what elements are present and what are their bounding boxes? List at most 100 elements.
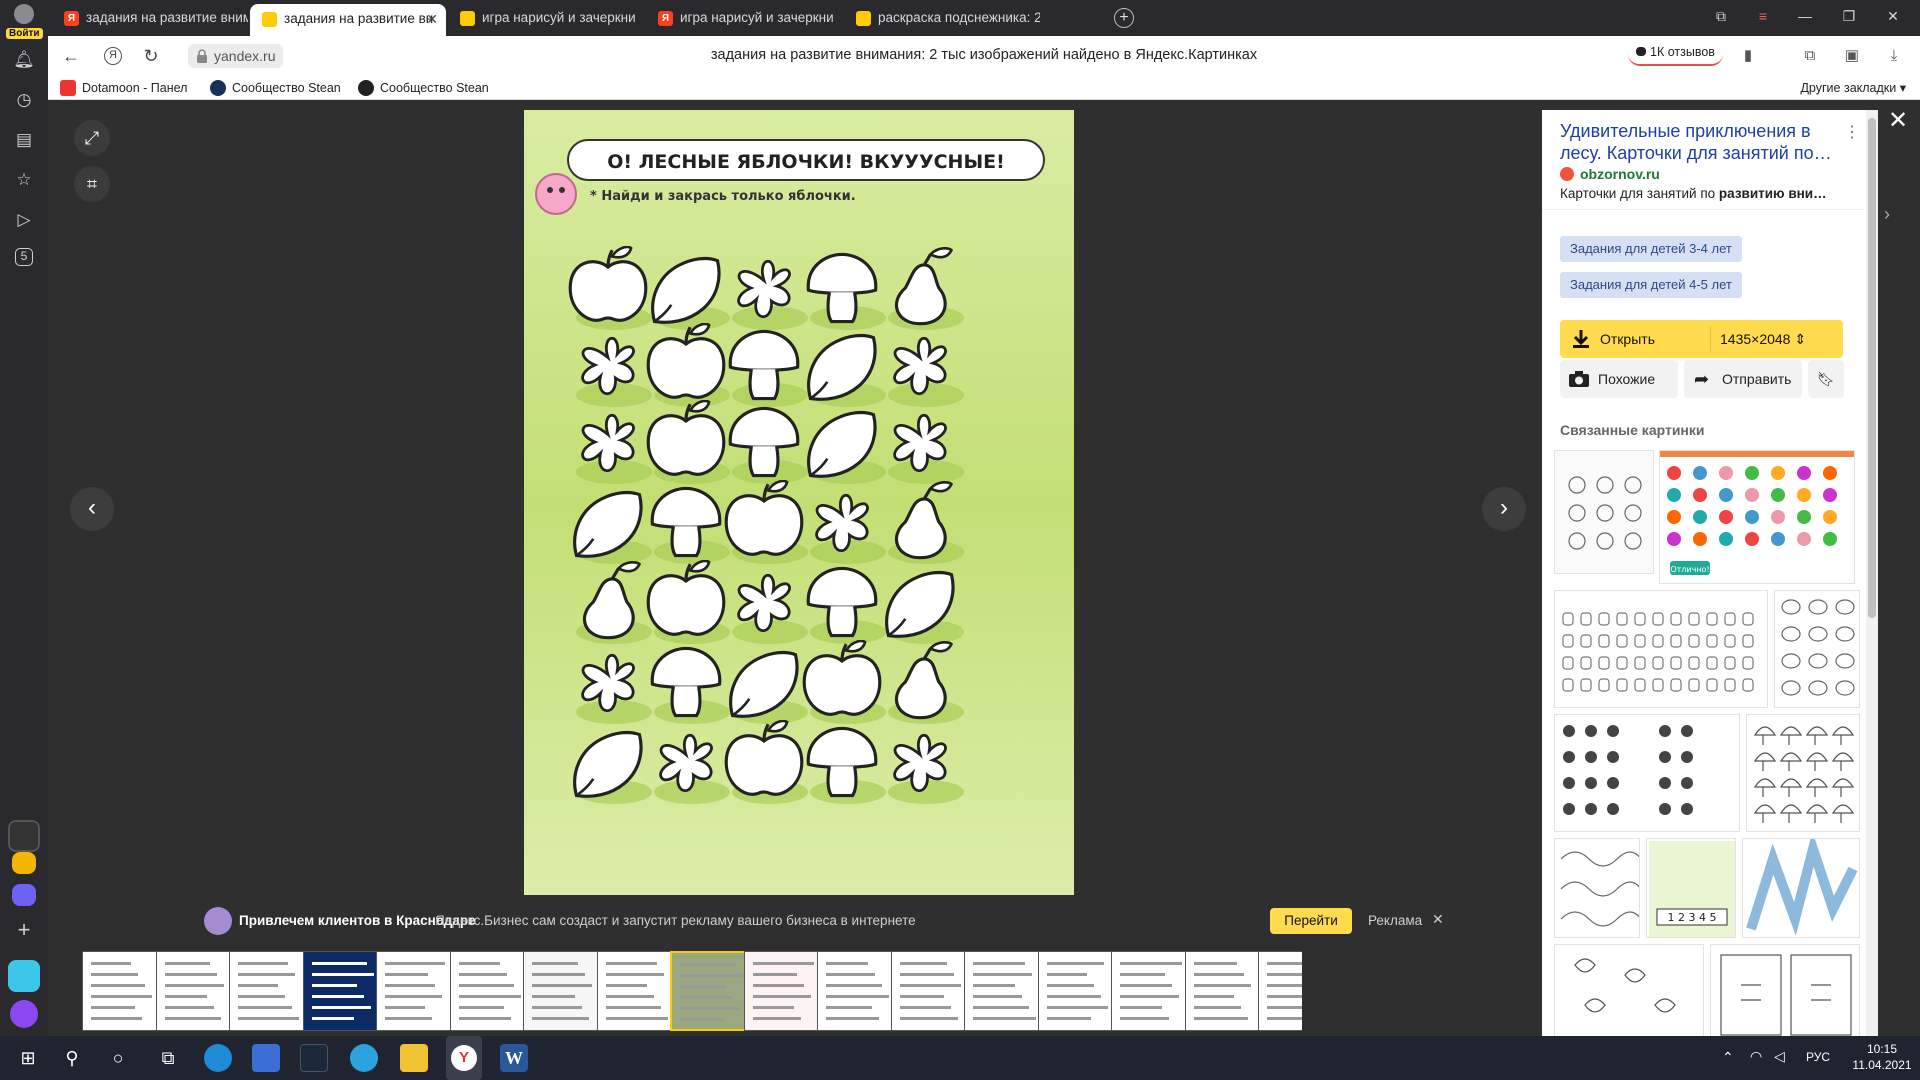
more-icon[interactable]: ⋮ [1844,122,1860,142]
windows-start-icon[interactable]: ⊞ [14,1044,42,1072]
sidebar-badge[interactable]: 5 [15,248,33,266]
tab-1[interactable]: Я задания на развитие внима [52,3,248,33]
app-alice-icon[interactable] [8,820,40,852]
thumbnail-15[interactable] [1111,951,1191,1031]
share-button[interactable]: ➦ Отправить [1684,360,1802,398]
word-icon[interactable]: W [500,1044,528,1072]
maximize-icon[interactable]: ❐ [1834,8,1864,25]
tab-5[interactable]: раскраска подснежника: 2 [844,3,1040,33]
other-bookmarks[interactable]: Другие закладки ▾ [1800,80,1906,95]
new-tab-button[interactable]: + [1114,8,1134,28]
file-explorer-icon[interactable] [400,1044,428,1072]
search-icon[interactable]: ⚲ [58,1044,86,1072]
minimize-icon[interactable]: — [1790,8,1820,24]
source-domain[interactable]: obzornov.ru [1560,166,1660,182]
prev-image-button[interactable]: ‹ [70,487,114,531]
fullscreen-icon[interactable]: ⤢ [74,120,110,156]
crop-icon[interactable]: ⌗ [74,166,110,202]
thumbnail-8[interactable] [596,951,677,1031]
camera-icon [1569,371,1589,387]
similar-button[interactable]: Похожие [1560,360,1678,398]
task-view-icon[interactable]: ⧉ [154,1044,182,1072]
close-window-icon[interactable]: ✕ [1878,8,1908,25]
language-indicator[interactable]: РУС [1806,1050,1830,1064]
scroll-thumb[interactable] [1868,118,1876,618]
related-image-5[interactable] [1554,714,1740,832]
panel-scrollbar[interactable] [1866,110,1878,1040]
close-viewer-icon[interactable]: ✕ [1884,106,1912,135]
source-title[interactable]: Удивительные приключения в лесу. Карточк… [1560,120,1845,164]
bookmark-steam-2[interactable]: Сообщество Stean [358,80,494,96]
downloads-icon[interactable]: ⤓ [1884,46,1904,66]
related-image-2[interactable]: Отлично! [1659,450,1855,584]
extension-icon[interactable]: ▣ [1842,46,1862,66]
thumbnail-2[interactable] [155,951,236,1031]
history-icon[interactable]: ◷ [12,88,36,112]
panel-next-icon[interactable]: › [1884,204,1890,225]
thumbnail-11[interactable] [817,951,897,1031]
store-icon[interactable] [252,1044,280,1072]
thumbnail-14[interactable] [1037,951,1118,1031]
edge-icon[interactable] [204,1044,232,1072]
tabs-menu-icon[interactable]: ⧉ [1706,8,1736,25]
related-image-11[interactable] [1710,944,1860,1040]
play-icon[interactable]: ▷ [12,208,36,232]
collections-icon[interactable]: ▤ [12,128,36,152]
next-image-button[interactable]: › [1482,487,1526,531]
add-app-icon[interactable]: + [12,918,36,942]
mail-icon[interactable] [12,852,36,874]
thumbnail-16[interactable] [1184,951,1265,1031]
thumbnail-13[interactable] [964,951,1044,1031]
collections-toolbar-icon[interactable]: ⧉ [1800,46,1820,66]
star-icon[interactable]: ☆ [12,168,36,192]
related-image-4[interactable] [1774,590,1860,708]
messenger-icon[interactable] [12,884,36,906]
size-select[interactable]: 1435×2048 ⇕ [1720,331,1806,348]
network-icon[interactable]: ◠ [1750,1048,1762,1065]
related-image-10[interactable] [1554,944,1704,1040]
alice-icon[interactable] [10,1000,38,1028]
tag-4-5[interactable]: Задания для детей 4-5 лет [1560,272,1742,298]
steam-taskbar-icon[interactable] [300,1044,328,1072]
related-image-9[interactable] [1742,838,1860,938]
clock[interactable]: 10:15 11.04.2021 [1852,1042,1912,1072]
thumbnail-1[interactable] [82,951,162,1031]
thumbnail-4[interactable] [302,951,383,1031]
tab-4[interactable]: Я игра нарисуй и зачеркни [646,3,842,33]
related-image-1[interactable] [1554,450,1654,574]
reviews-button[interactable]: 1К отзывов [1628,42,1723,66]
telegram-icon[interactable] [350,1044,378,1072]
tag-3-4[interactable]: Задания для детей 3-4 лет [1560,236,1742,262]
thumbnail-9[interactable] [670,951,750,1031]
volume-icon[interactable]: ◁ [1774,1048,1785,1065]
related-image-8[interactable]: 1 2 3 4 5 [1646,838,1736,938]
related-image-7[interactable] [1554,838,1640,938]
tab-3[interactable]: игра нарисуй и зачеркни [448,3,644,33]
ad-close-icon[interactable]: ✕ [1432,911,1444,928]
main-image[interactable]: О! ЛЕСНЫЕ ЯБЛОЧКИ! ВКУУУСНЫЕ! * Найди и … [524,110,1074,895]
bookmark-dotamoon[interactable]: Dotamoon - Панел [60,80,192,96]
bookmark-steam-1[interactable]: Сообщество Stean [210,80,346,96]
yandex-browser-taskbar[interactable]: Y [446,1036,482,1080]
bell-icon[interactable]: 🔔︎ [12,48,36,72]
browser-menu-icon[interactable]: ≡ [1748,8,1778,24]
close-tab-icon[interactable]: ✕ [426,4,438,34]
tab-2-active[interactable]: задания на развитие вн ✕ [250,4,446,36]
cortana-icon[interactable]: ○ [104,1044,132,1072]
thumbnail-7[interactable] [523,951,603,1031]
thumbnail-5[interactable] [376,951,456,1031]
screen-share-icon[interactable] [8,960,40,992]
save-bookmark-button[interactable]: 🔖︎ [1808,360,1844,398]
tray-chevron-icon[interactable]: ⌃ [1722,1049,1734,1066]
ad-go-button[interactable]: Перейти [1270,908,1352,934]
thumbnail-12[interactable] [890,951,971,1031]
bookmark-icon[interactable]: ▮ [1738,46,1758,66]
thumbnail-6[interactable] [449,951,530,1031]
thumbnail-10[interactable] [743,951,824,1031]
open-button[interactable]: Открыть 1435×2048 ⇕ [1560,320,1843,358]
thumbnail-17[interactable] [1258,951,1302,1031]
login-button[interactable]: Войти [6,4,43,39]
thumbnail-3[interactable] [229,951,309,1031]
related-image-3[interactable] [1554,590,1768,708]
related-image-6[interactable] [1746,714,1860,832]
